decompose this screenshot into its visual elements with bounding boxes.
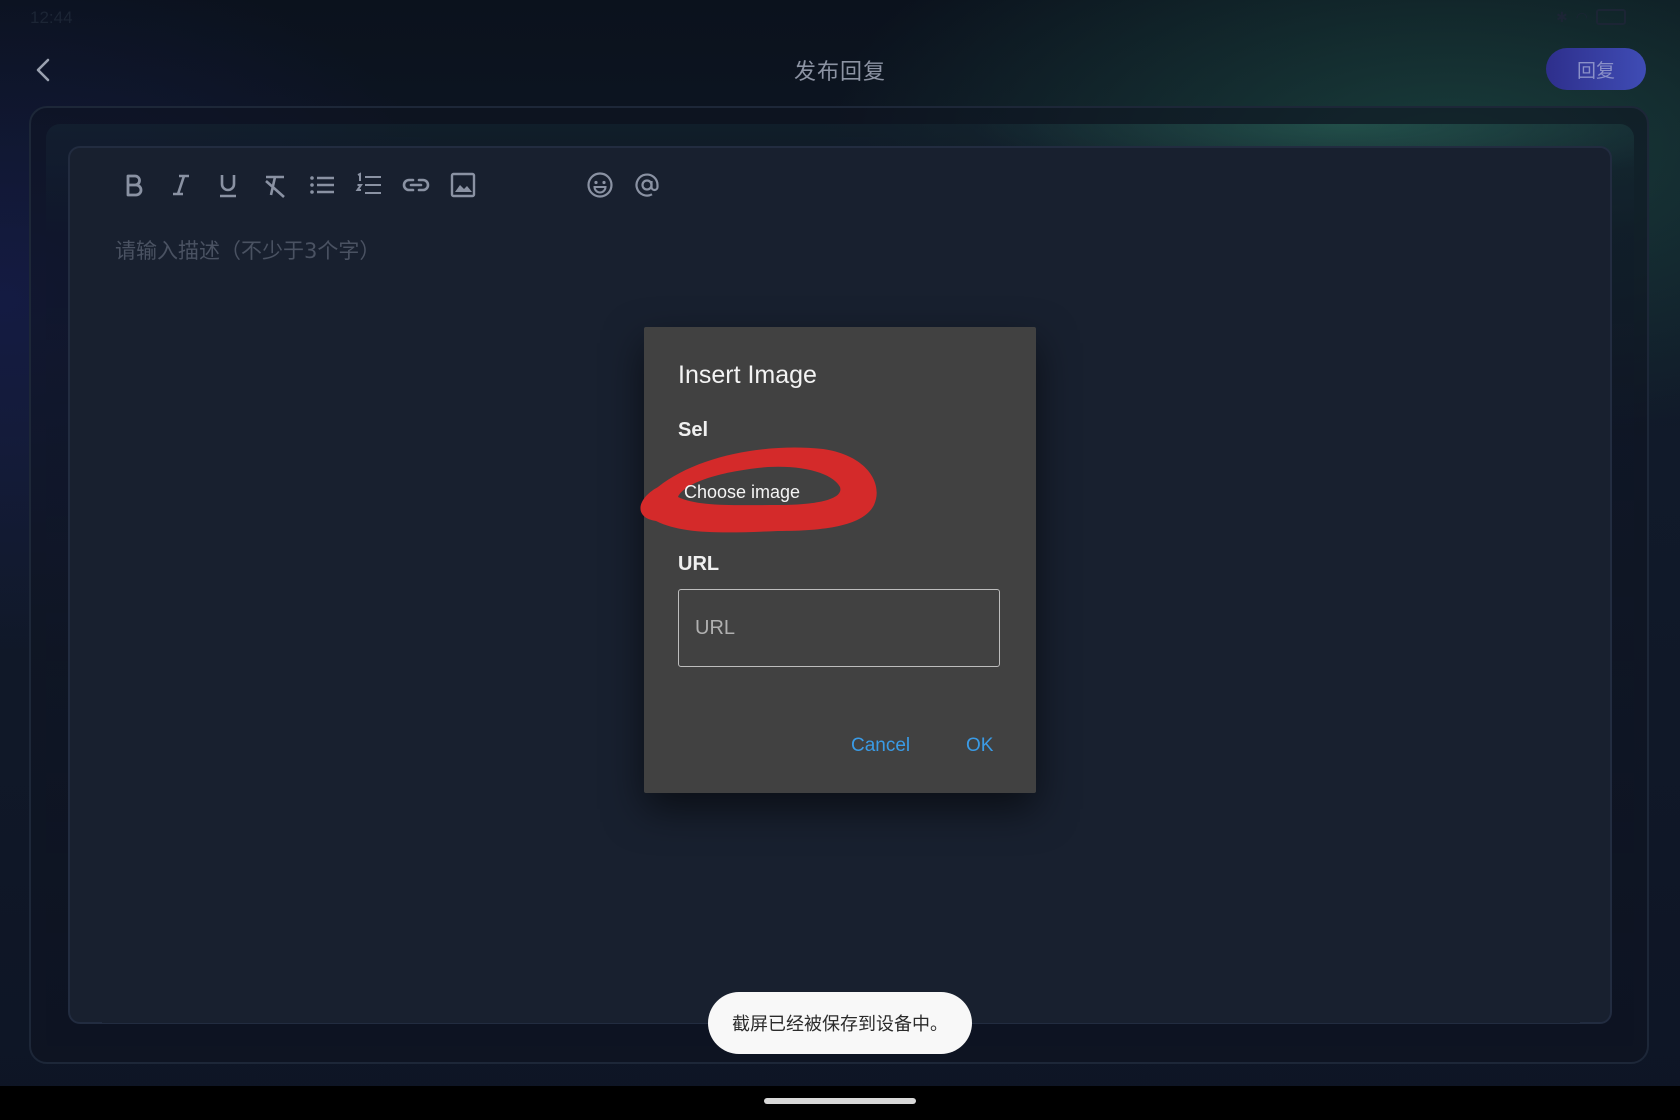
emoji-button[interactable] <box>576 164 623 206</box>
app-screen: 12:44 ✱ ◠ 发布回复 回复 请输入描述（不少于3个字） Insert I… <box>0 0 1680 1120</box>
editor-toolbar <box>110 164 670 206</box>
wifi-icon: ◠ <box>1575 9 1588 25</box>
link-button[interactable] <box>392 164 439 206</box>
ok-button[interactable]: OK <box>966 735 993 757</box>
bold-icon <box>126 174 142 197</box>
cancel-button[interactable]: Cancel <box>851 735 910 757</box>
italic-icon <box>172 174 189 196</box>
insert-image-button[interactable] <box>439 164 486 206</box>
header: 发布回复 回复 <box>0 34 1680 104</box>
status-icons: ✱ ◠ <box>1556 9 1626 26</box>
mention-button[interactable] <box>623 164 670 206</box>
battery-icon <box>1596 9 1626 25</box>
image-icon <box>450 172 475 198</box>
toast-message: 截屏已经被保存到设备中。 <box>708 992 972 1054</box>
at-sign-icon <box>634 173 659 197</box>
underline-button[interactable] <box>204 164 251 206</box>
underline-icon <box>219 175 236 198</box>
status-time: 12:44 <box>30 8 73 27</box>
home-indicator[interactable] <box>764 1098 916 1104</box>
select-label: Sel <box>678 419 709 441</box>
choose-image-button[interactable]: Choose image <box>678 477 806 507</box>
numbered-list-button[interactable] <box>345 164 392 206</box>
dialog-title: Insert Image <box>678 361 817 389</box>
url-input[interactable] <box>678 589 1000 667</box>
reply-button[interactable]: 回复 <box>1546 48 1646 90</box>
clear-format-icon <box>264 175 285 198</box>
editor-placeholder: 请输入描述（不少于3个字） <box>115 239 381 263</box>
url-label: URL <box>678 553 720 575</box>
bullet-list-button[interactable] <box>298 164 345 206</box>
insert-image-dialog: Insert Image Sel Choose image URL Cancel… <box>640 327 1036 793</box>
emoji-icon <box>586 172 613 198</box>
bluetooth-icon: ✱ <box>1556 9 1568 25</box>
status-bar: 12:44 ✱ ◠ <box>0 0 1680 34</box>
link-icon <box>402 178 429 192</box>
navigation-bar <box>0 1086 1680 1120</box>
bullet-list-icon <box>309 176 334 194</box>
page-title: 发布回复 <box>793 60 886 85</box>
numbered-list-icon <box>355 172 381 194</box>
bold-button[interactable] <box>110 164 157 206</box>
clear-format-button[interactable] <box>251 164 298 206</box>
italic-button[interactable] <box>157 164 204 206</box>
